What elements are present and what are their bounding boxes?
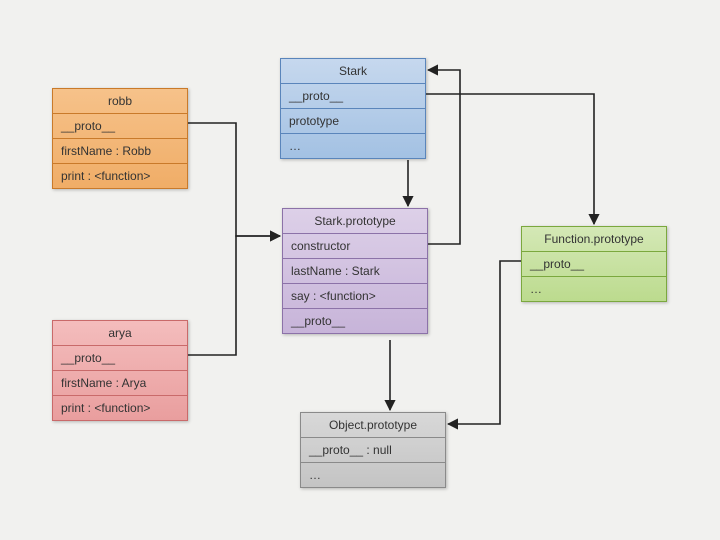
prop-row: firstName : Robb bbox=[53, 139, 187, 164]
prop-row: __proto__ bbox=[522, 252, 666, 277]
box-title: Function.prototype bbox=[522, 227, 666, 252]
prop-row: __proto__ bbox=[53, 346, 187, 371]
object-box-stark-prototype: Stark.prototype constructor lastName : S… bbox=[282, 208, 428, 334]
prop-row: __proto__ : null bbox=[301, 438, 445, 463]
object-box-function-prototype: Function.prototype __proto__ … bbox=[521, 226, 667, 302]
prop-row: … bbox=[522, 277, 666, 301]
prop-row: __proto__ bbox=[281, 84, 425, 109]
prop-row: … bbox=[281, 134, 425, 158]
prop-row: lastName : Stark bbox=[283, 259, 427, 284]
object-box-stark: Stark __proto__ prototype … bbox=[280, 58, 426, 159]
object-box-arya: arya __proto__ firstName : Arya print : … bbox=[52, 320, 188, 421]
box-title: Stark bbox=[281, 59, 425, 84]
prop-row: __proto__ bbox=[53, 114, 187, 139]
box-title: Object.prototype bbox=[301, 413, 445, 438]
object-box-robb: robb __proto__ firstName : Robb print : … bbox=[52, 88, 188, 189]
box-title: robb bbox=[53, 89, 187, 114]
object-box-object-prototype: Object.prototype __proto__ : null … bbox=[300, 412, 446, 488]
prop-row: print : <function> bbox=[53, 164, 187, 188]
prop-row: __proto__ bbox=[283, 309, 427, 333]
prop-row: constructor bbox=[283, 234, 427, 259]
prop-row: firstName : Arya bbox=[53, 371, 187, 396]
prop-row: print : <function> bbox=[53, 396, 187, 420]
prop-row: say : <function> bbox=[283, 284, 427, 309]
box-title: arya bbox=[53, 321, 187, 346]
box-title: Stark.prototype bbox=[283, 209, 427, 234]
prop-row: … bbox=[301, 463, 445, 487]
prop-row: prototype bbox=[281, 109, 425, 134]
